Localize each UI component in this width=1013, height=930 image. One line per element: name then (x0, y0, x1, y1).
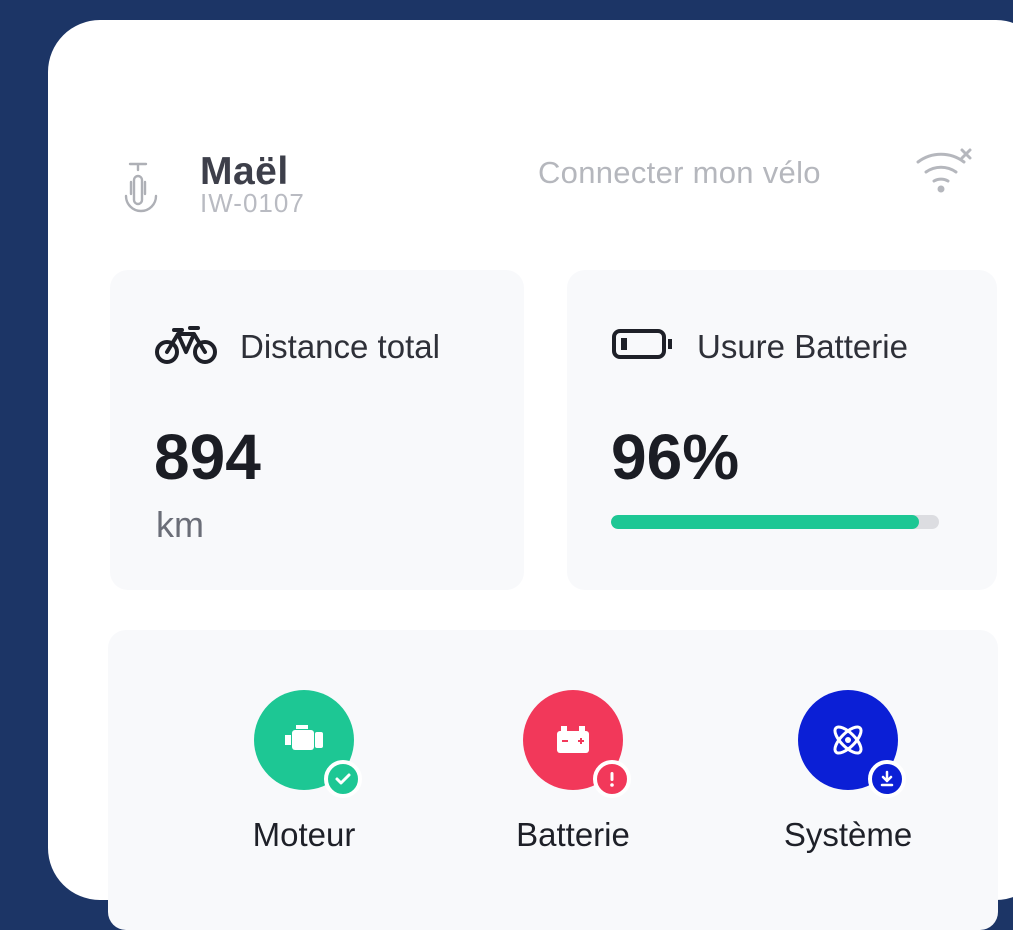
battery-wear-card: Usure Batterie 96% (567, 270, 997, 590)
diagnostics-panel: Moteur Batterie Système (108, 630, 998, 930)
touch-icon (124, 162, 158, 213)
system-label: Système (783, 816, 913, 853)
battery-status-button[interactable] (523, 690, 631, 798)
battery-icon (612, 329, 672, 359)
distance-title: Distance total (240, 328, 440, 365)
system-status-button[interactable] (798, 690, 906, 798)
check-icon (324, 760, 362, 798)
battery-wear-title: Usure Batterie (697, 328, 908, 365)
diag-item-motor[interactable]: Moteur (204, 690, 404, 930)
engine-icon (285, 725, 323, 750)
bike-dashboard-card: Maël IW-0107 Connecter mon vélo Distance… (48, 20, 1013, 930)
exclamation-icon (593, 760, 631, 798)
distance-value: 894 (154, 421, 261, 493)
bike-id: IW-0107 (200, 188, 305, 218)
battery-wear-value: 96% (611, 421, 740, 493)
connect-bike-button[interactable]: Connecter mon vélo (538, 155, 821, 191)
battery-wear-progress-fill (611, 515, 920, 529)
motor-status-button[interactable] (254, 690, 362, 798)
car-battery-icon (557, 726, 589, 753)
motor-label: Moteur (252, 816, 356, 853)
wifi-off-icon[interactable] (914, 142, 976, 196)
battery-label: Batterie (516, 816, 630, 853)
download-icon (868, 760, 906, 798)
distance-unit: km (156, 504, 204, 545)
diag-item-system[interactable]: Système (748, 690, 948, 930)
atom-icon (833, 725, 863, 755)
distance-card: Distance total 894 km (110, 270, 524, 590)
bicycle-icon (155, 326, 217, 364)
diag-item-battery[interactable]: Batterie (473, 690, 673, 930)
battery-wear-progress (611, 515, 939, 529)
